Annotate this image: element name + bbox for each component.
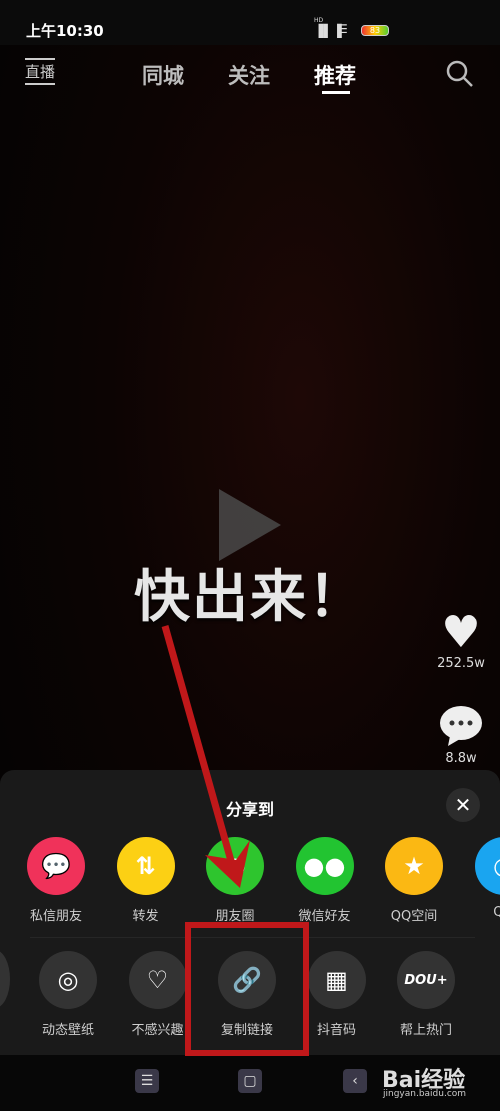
link-icon: 🔗 [232, 966, 262, 994]
share-sheet: 分享到 ✕ 💬 私信朋友 ⇅ 转发 ◉ 朋友圈 ●● 微信好友 ★ QQ空间 ◔ QQ ◎ 动态壁纸 ♡ 不… [0, 770, 500, 1055]
share-option-label: QQ [493, 905, 500, 920]
battery-icon: 83 [361, 25, 389, 36]
tab-recommended[interactable]: 推荐 [314, 60, 356, 90]
back-icon[interactable]: ‹ [343, 1069, 367, 1093]
live-button[interactable]: 直播 [25, 58, 56, 85]
status-bar: 上午10:30 HD ▐▌▐ ☰ 83 [0, 0, 500, 45]
broken-heart-icon: ♡ [146, 966, 169, 994]
share-option-dou-plus[interactable]: DOU+ 帮上热门 [381, 951, 471, 1038]
wechat-icon: ●● [303, 852, 346, 880]
share-option-wechat[interactable]: ●● 微信好友 [280, 837, 370, 924]
active-tab-indicator [322, 91, 350, 94]
network-hd: HD [314, 17, 324, 24]
share-option-moments[interactable]: ◉ 朋友圈 [190, 837, 280, 924]
comment-button[interactable]: 8.8w [430, 703, 492, 766]
share-option-label: 帮上热门 [399, 1023, 452, 1038]
menu-icon[interactable]: ☰ [135, 1069, 159, 1093]
share-option-qq[interactable]: ◔ QQ [459, 837, 500, 920]
search-icon[interactable] [445, 59, 475, 89]
status-time: 上午10:30 [26, 22, 104, 40]
wallpaper-icon: ◎ [57, 966, 79, 994]
qzone-icon: ★ [403, 852, 425, 880]
share-option-link[interactable]: 🔗 复制链接 [202, 951, 292, 1038]
share-option-label: 微信好友 [298, 909, 351, 924]
share-option-wallpaper[interactable]: ◎ 动态壁纸 [23, 951, 113, 1038]
tab-nearby[interactable]: 同城 [142, 60, 184, 90]
comment-icon [440, 706, 482, 746]
qq-icon: ◔ [493, 852, 500, 880]
dou-plus-icon: DOU+ [404, 972, 448, 988]
heart-icon: ♥ [441, 607, 481, 658]
qr-code-icon: ▦ [325, 966, 348, 994]
like-button[interactable]: ♥ 252.5w [430, 607, 492, 672]
comment-count: 8.8w [445, 751, 477, 766]
like-count: 252.5w [437, 656, 485, 671]
moments-icon: ◉ [224, 852, 246, 880]
divider [30, 937, 475, 938]
watermark-url: jingyan.baidu.com [383, 1089, 467, 1099]
message-icon: 💬 [41, 852, 71, 880]
share-option-label: 复制链接 [220, 1023, 273, 1038]
share-option-label: 抖音码 [316, 1023, 356, 1038]
close-icon[interactable]: ✕ [446, 788, 480, 822]
tab-following[interactable]: 关注 [228, 60, 270, 90]
share-option-label: QQ空间 [390, 909, 438, 924]
share-option-label: 不感兴趣 [131, 1023, 184, 1038]
share-option-qzone[interactable]: ★ QQ空间 [369, 837, 459, 924]
share-option-broken-heart[interactable]: ♡ 不感兴趣 [113, 951, 203, 1038]
share-option-repost[interactable]: ⇅ 转发 [101, 837, 191, 924]
share-option-label: 转发 [132, 909, 159, 924]
share-option-label: 动态壁纸 [41, 1023, 94, 1038]
share-option-label: 私信朋友 [29, 909, 82, 924]
share-option-message[interactable]: 💬 私信朋友 [11, 837, 101, 924]
share-option-qr-code[interactable]: ▦ 抖音码 [292, 951, 382, 1038]
video-caption: 快出来！ [134, 565, 366, 630]
share-title: 分享到 [225, 800, 274, 819]
partial-share-option[interactable] [0, 950, 10, 1008]
repost-icon: ⇅ [135, 852, 156, 880]
wifi-icon: ☰ [337, 22, 348, 36]
home-icon[interactable]: ▢ [238, 1069, 262, 1093]
share-option-label: 朋友圈 [215, 909, 255, 924]
